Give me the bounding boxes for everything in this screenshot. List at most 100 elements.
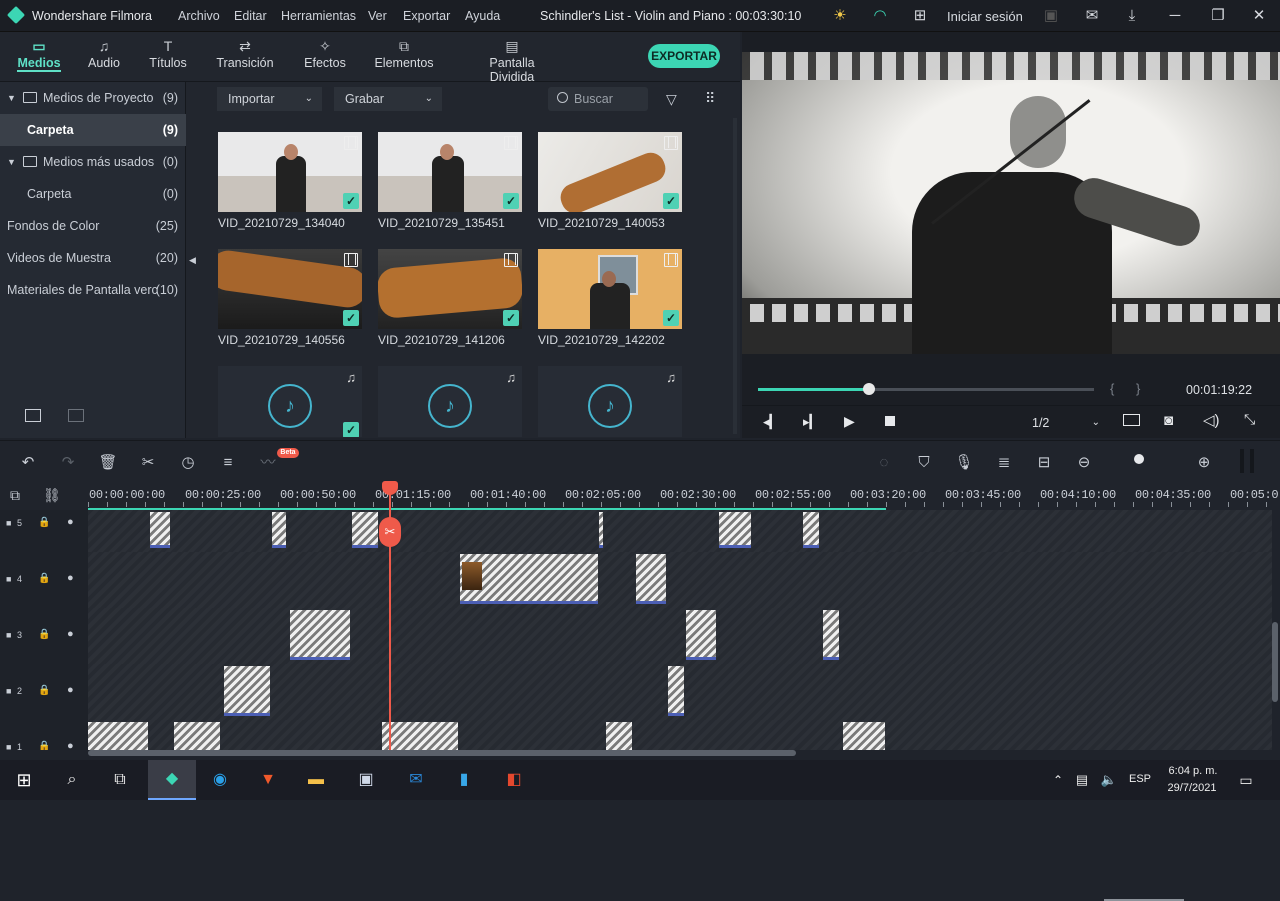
render-icon[interactable]: ◌ — [874, 453, 894, 473]
tab-titulos[interactable]: T Títulos — [146, 32, 190, 82]
timeline-clip[interactable] — [382, 722, 458, 750]
tab-audio[interactable]: ♫ Audio — [82, 32, 126, 82]
windows-start-icon[interactable]: ⊞ — [6, 766, 42, 794]
tree-item-pantalla-verde[interactable]: Materiales de Pantalla verc (10) — [0, 274, 186, 306]
eye-icon[interactable]: ● — [67, 684, 74, 696]
stop-icon[interactable] — [885, 416, 895, 426]
brave-icon[interactable]: ▼ — [250, 766, 286, 794]
timeline-clip[interactable] — [823, 610, 839, 660]
detach-audio-icon[interactable]: ⊟ — [1034, 453, 1054, 473]
save-icon[interactable]: ▣ — [1041, 6, 1061, 26]
filter-icon[interactable]: ▽ — [666, 91, 677, 108]
menu-herramientas[interactable]: Herramientas — [281, 9, 356, 23]
volume-icon[interactable]: ◁) — [1203, 411, 1220, 429]
login-link[interactable]: Iniciar sesión — [947, 9, 1023, 24]
notification-icon[interactable]: ▭ — [1232, 766, 1260, 794]
eye-icon[interactable]: ● — [67, 516, 74, 528]
timeline-clip[interactable] — [224, 666, 270, 716]
eye-icon[interactable]: ● — [67, 740, 74, 750]
menu-exportar[interactable]: Exportar — [403, 9, 450, 23]
timeline-clip[interactable] — [88, 722, 148, 750]
lock-icon[interactable]: 🔒 — [38, 685, 50, 696]
folder-outline-icon[interactable] — [68, 409, 84, 422]
preview-progress-track[interactable] — [758, 383, 1094, 395]
zoom-out-icon[interactable]: ⊖ — [1074, 453, 1094, 473]
timeline-clip[interactable] — [352, 512, 378, 548]
search-input[interactable]: Buscar — [548, 87, 648, 111]
audio-card-2[interactable]: ♫ ♪ — [378, 366, 522, 437]
tracks-scrollbar[interactable] — [1272, 622, 1278, 702]
cut-icon[interactable]: ✂ — [138, 453, 158, 473]
lock-icon[interactable]: 🔒 — [38, 741, 50, 750]
tree-item-medios-proyecto[interactable]: ▼ Medios de Proyecto (9) — [0, 82, 186, 114]
search-icon[interactable]: ⌕ — [54, 766, 90, 794]
menu-archivo[interactable]: Archivo — [178, 9, 220, 23]
timeline-clip[interactable] — [272, 512, 286, 548]
lightbulb-icon[interactable]: ☀ — [830, 6, 850, 26]
timeline-ruler[interactable]: ⧉ ⛓ 00:00:00:00 00:00:25:00 00:00:50:00 … — [0, 482, 1280, 510]
timeline-scrollbar[interactable] — [88, 750, 796, 756]
audio-card-1[interactable]: ♫ ♪ ✓ — [218, 366, 362, 437]
tab-elementos[interactable]: ⧉ Elementos — [372, 32, 436, 82]
clock-time[interactable]: 6:04 p. m. — [1167, 765, 1219, 777]
tab-efectos[interactable]: ✧ Efectos — [300, 32, 350, 82]
zoom-slider-knob[interactable] — [1134, 454, 1144, 464]
lock-icon[interactable]: 🔒 — [38, 517, 50, 528]
quality-dropdown[interactable]: 1/2 ⌄ — [1022, 412, 1106, 434]
timeline-clip[interactable] — [686, 610, 716, 660]
media-thumb-3[interactable]: ✓ — [538, 132, 682, 212]
menu-editar[interactable]: Editar — [234, 9, 267, 23]
collapse-panel-icon[interactable]: ◀ — [189, 255, 196, 266]
export-button[interactable]: EXPORTAR — [648, 44, 720, 68]
menu-ayuda[interactable]: Ayuda — [465, 9, 500, 23]
phone-app-icon[interactable]: ▮ — [446, 766, 482, 794]
tab-pantalla-dividida[interactable]: ▤ Pantalla Dividida — [466, 32, 558, 84]
store-icon[interactable]: ▣ — [348, 766, 384, 794]
timeline-clip[interactable] — [150, 512, 170, 548]
record-dropdown[interactable]: Grabar ⌄ — [334, 87, 442, 111]
media-thumb-6[interactable]: ✓ — [538, 249, 682, 329]
eye-icon[interactable]: ● — [67, 628, 74, 640]
adjust-icon[interactable]: ≡ — [218, 453, 238, 473]
preview-progress-knob[interactable] — [862, 383, 875, 395]
media-scrollbar[interactable] — [733, 118, 737, 434]
lock-icon[interactable]: 🔒 — [38, 629, 50, 640]
tab-transicion[interactable]: ⇄ Transición — [216, 32, 274, 82]
new-folder-icon[interactable] — [25, 409, 41, 422]
media-thumb-1[interactable]: ✓ — [218, 132, 362, 212]
next-frame-icon[interactable]: ▸▎ — [803, 414, 820, 430]
download-icon[interactable]: ⤓ — [1122, 6, 1142, 26]
clock-date[interactable]: 29/7/2021 — [1164, 782, 1220, 794]
timeline-clip[interactable] — [606, 722, 632, 750]
lock-icon[interactable]: 🔒 — [38, 573, 50, 584]
add-track-icon[interactable]: ⧉ — [10, 487, 20, 504]
language-indicator[interactable]: ESP — [1129, 773, 1151, 785]
fullscreen-icon[interactable]: ⤡ — [1244, 411, 1255, 428]
tree-item-videos-muestra[interactable]: Videos de Muestra (20) — [0, 242, 186, 274]
audio-card-3[interactable]: ♫ ♪ — [538, 366, 682, 437]
headset-icon[interactable]: ◠ — [870, 6, 890, 26]
timeline-clip[interactable] — [668, 666, 684, 716]
mark-in-out-icon[interactable]: { } — [1110, 381, 1140, 396]
undo-icon[interactable]: ↶ — [18, 453, 38, 473]
minimize-icon[interactable]: ─ — [1165, 6, 1185, 26]
audio-wave-icon[interactable]: 〰 — [258, 453, 278, 473]
restore-icon[interactable]: ❐ — [1208, 6, 1228, 26]
microphone-icon[interactable]: 🎙 — [954, 453, 974, 473]
file-explorer-icon[interactable]: ▬ — [298, 766, 334, 794]
timeline-clip[interactable] — [719, 512, 751, 548]
voiceover-icon[interactable]: ≣ — [994, 453, 1014, 473]
menu-ver[interactable]: Ver — [368, 9, 387, 23]
filmora-taskbar-icon[interactable]: ◆ — [148, 760, 196, 800]
tree-item-carpeta[interactable]: Carpeta (9) — [0, 114, 186, 146]
edge-icon[interactable]: ◉ — [202, 766, 238, 794]
zoom-in-icon[interactable]: ⊕ — [1194, 453, 1214, 473]
mail-icon[interactable]: ✉ — [1082, 6, 1102, 26]
timeline-clip[interactable] — [174, 722, 220, 750]
panel-toggle-icon[interactable] — [1240, 449, 1254, 473]
scissors-icon[interactable]: ✂ — [379, 517, 401, 547]
close-icon[interactable]: ✕ — [1249, 6, 1269, 26]
display-icon[interactable] — [1123, 414, 1140, 426]
speaker-icon[interactable]: 🔈 — [1098, 766, 1120, 794]
tab-medios[interactable]: ▭ Medios — [10, 32, 68, 82]
